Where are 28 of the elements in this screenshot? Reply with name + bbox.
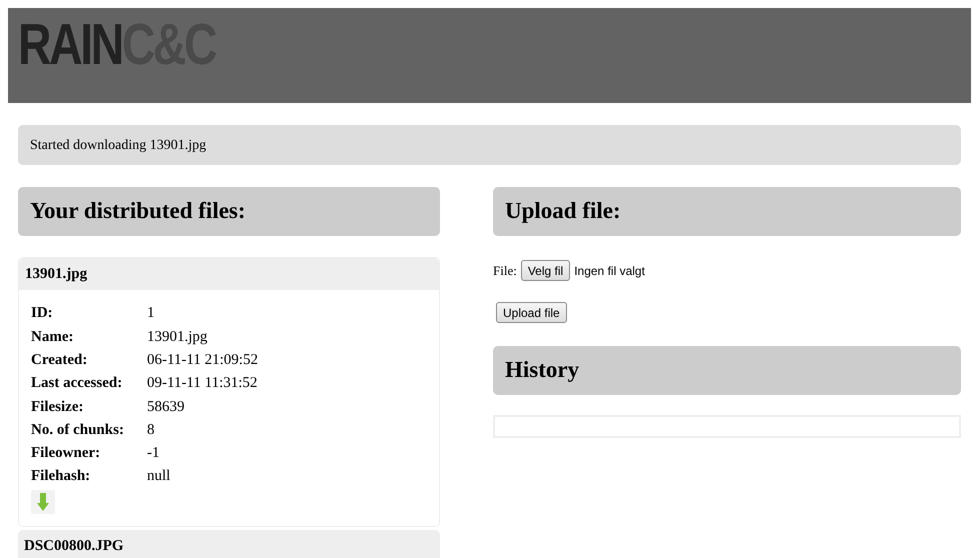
file-name[interactable]: 13901.jpg: [19, 258, 439, 290]
detail-value: 06-11-11 21:09:52: [147, 350, 258, 370]
detail-label: Fileowner:: [31, 444, 102, 464]
detail-label: Created:: [31, 350, 88, 370]
status-message: Started downloading 13901.jpg: [18, 125, 961, 165]
detail-value: 8: [147, 420, 154, 440]
upload-button[interactable]: Upload file: [496, 302, 567, 323]
file-name[interactable]: DSC00800.JPG: [18, 530, 440, 558]
detail-value: 1: [147, 304, 154, 324]
detail-label: Name:: [31, 328, 74, 347]
choose-file-button[interactable]: Velg fil: [520, 260, 570, 281]
detail-value: -1: [147, 444, 160, 464]
detail-label: ID:: [31, 304, 54, 324]
detail-value: 58639: [147, 398, 184, 417]
detail-label: Filesize:: [31, 398, 84, 417]
section-heading: Your distributed files:: [18, 187, 440, 236]
detail-label: Last accessed:: [31, 374, 124, 394]
down-arrow-icon: [37, 493, 49, 512]
detail-value: 09-11-11 11:31:52: [147, 374, 258, 394]
section-heading: History: [493, 346, 961, 394]
detail-value: null: [147, 467, 170, 486]
detail-label: Filehash:: [31, 467, 92, 486]
no-file-text: Ingen fil valgt: [574, 262, 645, 280]
file-label: File:: [493, 262, 517, 280]
section-heading: Upload file:: [493, 187, 961, 236]
detail-value: 13901.jpg: [147, 328, 208, 347]
detail-label: No. of chunks:: [31, 420, 125, 440]
download-button[interactable]: [31, 490, 55, 514]
